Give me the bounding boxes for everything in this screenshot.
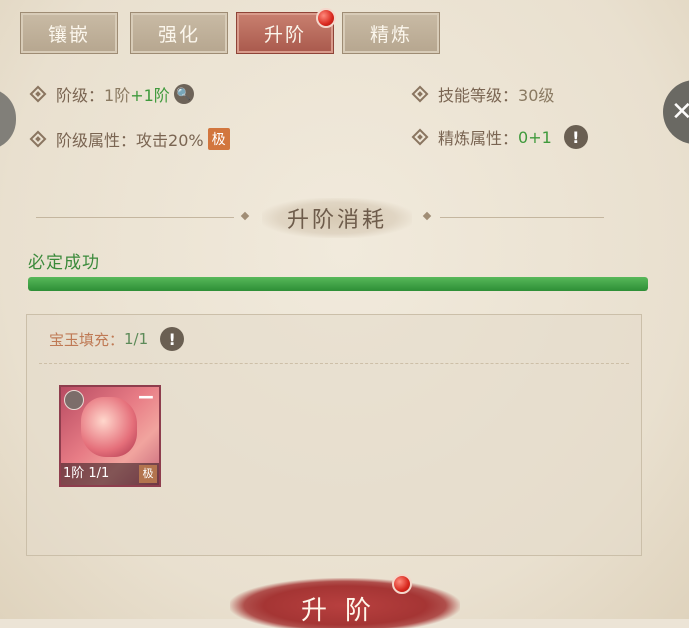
success-rate-text: 必定成功 [28,253,100,273]
rarity-badge: 极 [139,465,157,483]
lock-icon [64,390,84,410]
success-progress-bar [28,277,648,291]
close-icon: ✕ [671,97,689,127]
tab-refine[interactable]: 精炼 [342,12,440,54]
tab-inlay[interactable]: 镶嵌 [20,12,118,54]
refine-row: 精炼属性： 0 +1 ! [411,125,588,149]
rarity-badge: 极 [207,128,230,150]
divider-right [440,217,604,218]
upgrade-panel: ✕ 镶嵌 强化 升阶 精炼 阶级： 1阶 +1阶 🔍 阶级属性： 攻击20% 极… [0,0,689,628]
section-title: 升阶消耗 [262,198,412,238]
info-icon[interactable]: ! [160,327,185,351]
stage-row: 阶级： 1阶 +1阶 🔍 [29,82,194,106]
diamond-icon [411,85,429,103]
jade-header: 宝玉填充： 1/1 ! [49,327,185,351]
diamond-icon [411,128,429,146]
diamond-icon [29,130,47,148]
jade-item-slot[interactable]: − 1阶 1/1 极 [59,385,161,487]
upgrade-button[interactable]: 升阶 [230,578,460,628]
close-button[interactable]: ✕ [663,80,689,144]
skill-row: 技能等级： 30级 [411,82,554,106]
info-icon[interactable]: ! [563,125,588,149]
success-progress-fill [28,277,648,291]
tab-enhance[interactable]: 强化 [130,12,228,54]
divider-left [36,217,234,218]
notification-dot [392,574,412,594]
prev-arrow-button[interactable] [0,88,16,150]
notification-dot [316,8,336,28]
jade-gem-image [81,397,137,457]
magnify-icon[interactable]: 🔍 [173,84,194,104]
jade-fill-box: 宝玉填充： 1/1 ! − 1阶 1/1 极 [26,314,642,556]
diamond-icon [29,85,47,103]
remove-icon[interactable]: − [135,387,157,411]
divider-dot-right [422,211,432,221]
dashed-divider [39,363,629,364]
divider-dot-left [240,211,250,221]
stage-attr-row: 阶级属性： 攻击20% 极 [29,127,230,151]
